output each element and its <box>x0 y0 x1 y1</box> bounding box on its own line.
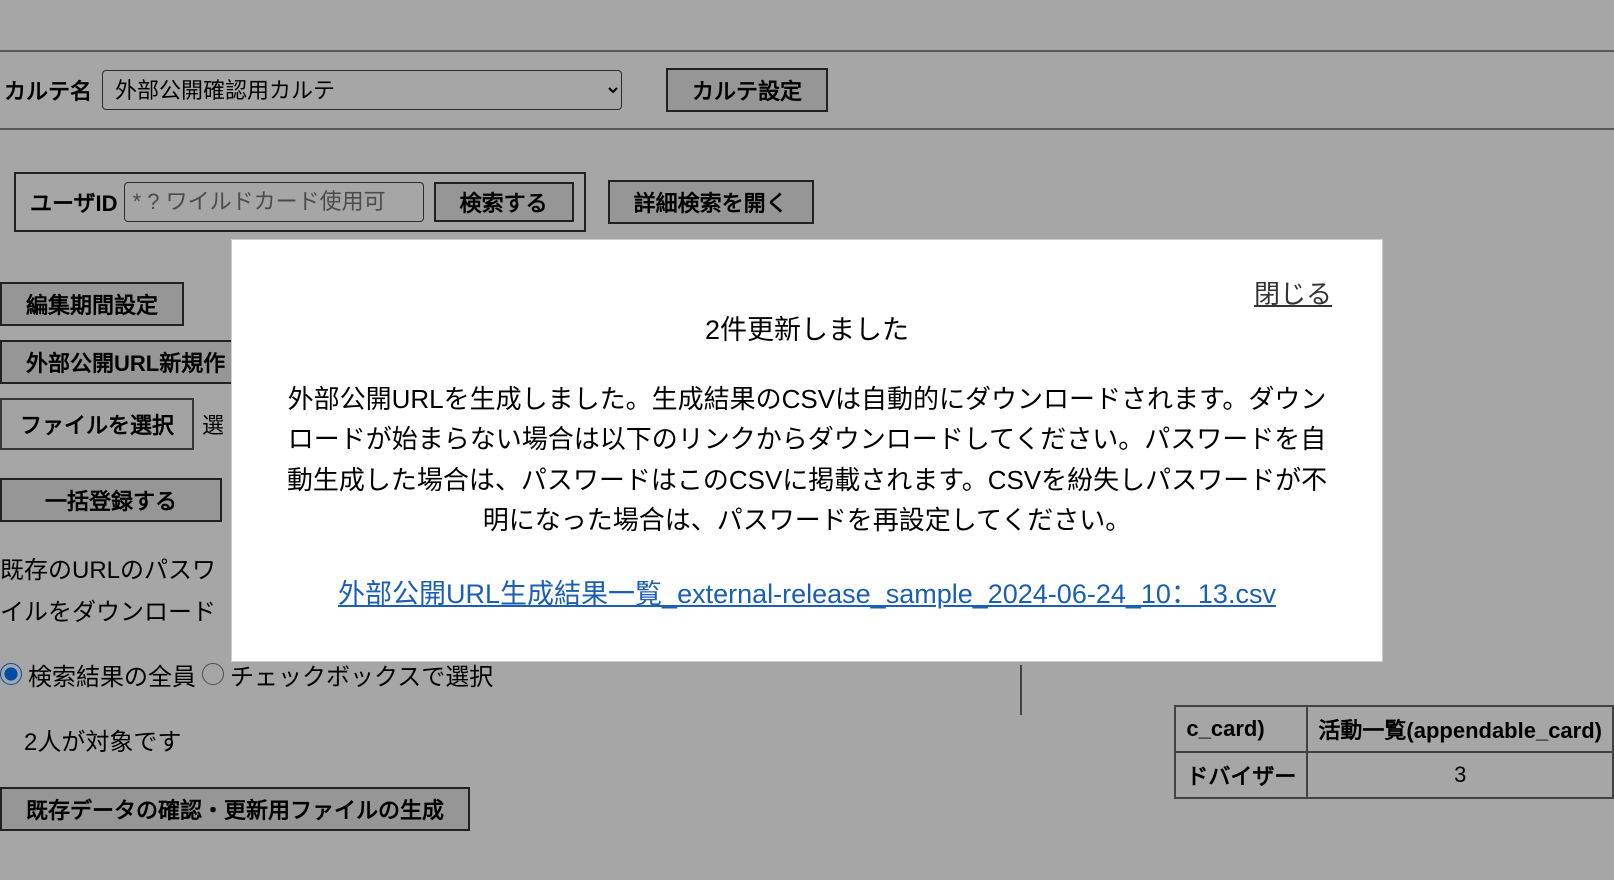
result-modal: 閉じる 2件更新しました 外部公開URLを生成しました。生成結果のCSVは自動的… <box>232 240 1382 661</box>
csv-download-link[interactable]: 外部公開URL生成結果一覧_external-release_sample_20… <box>268 572 1346 611</box>
close-button[interactable]: 閉じる <box>1254 274 1332 311</box>
modal-title: 2件更新しました <box>268 308 1346 347</box>
modal-body: 外部公開URLを生成しました。生成結果のCSVは自動的にダウンロードされます。ダ… <box>268 379 1346 540</box>
